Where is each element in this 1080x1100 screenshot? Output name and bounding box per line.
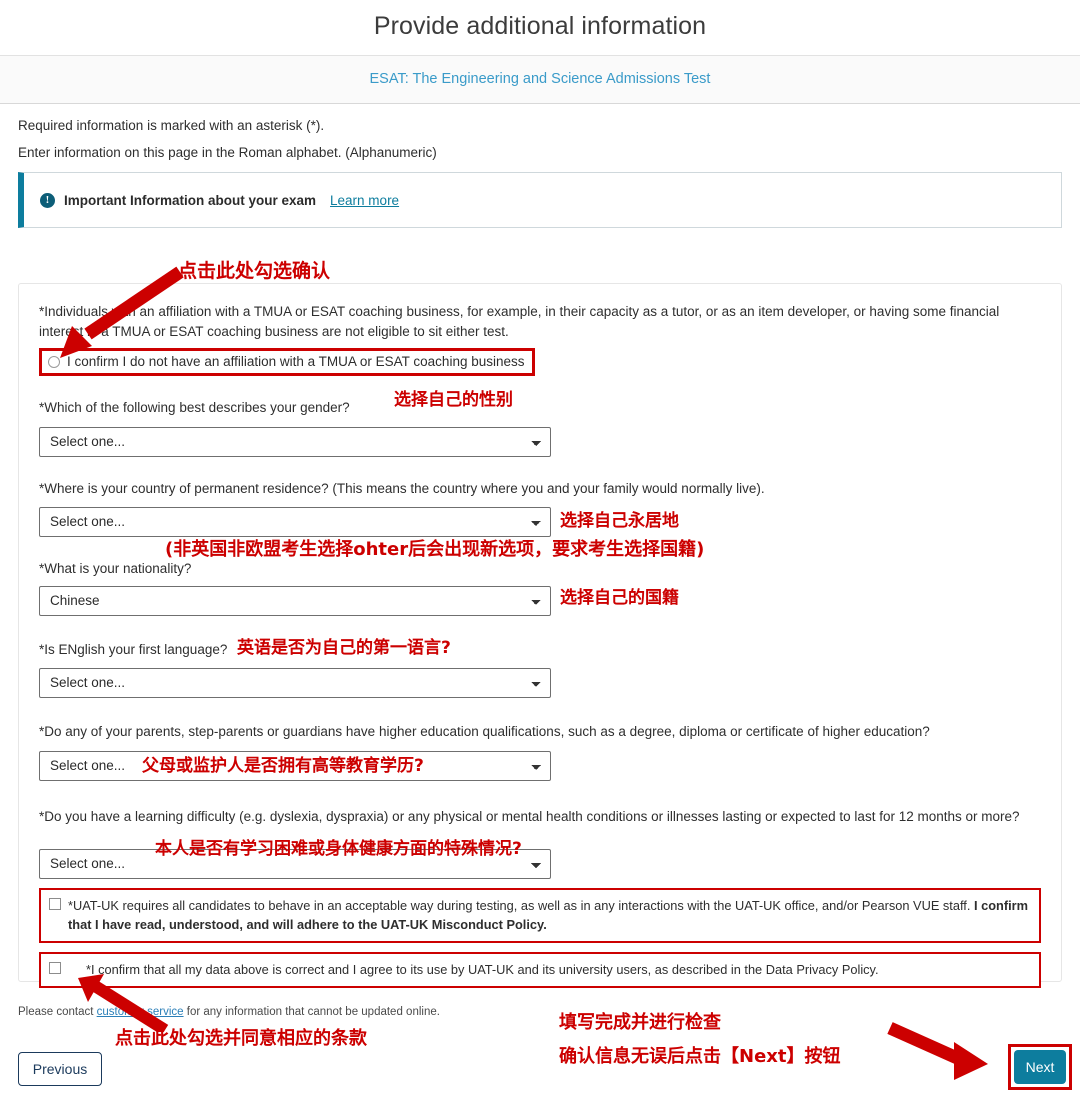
- page-title: Provide additional information: [373, 12, 707, 40]
- residence-select[interactable]: Select one...: [39, 507, 551, 538]
- misconduct-policy-plain: *UAT-UK requires all candidates to behav…: [68, 897, 974, 913]
- learning-difficulty-select[interactable]: Select one...: [39, 848, 551, 879]
- important-information-banner: ! Important Information about your exam …: [18, 172, 1062, 228]
- nationality-select[interactable]: Chinese: [39, 585, 551, 616]
- first-language-block: *Is ENglish your first language? Select …: [39, 640, 1041, 699]
- parents-education-label: *Do any of your parents, step-parents or…: [39, 724, 930, 740]
- parents-education-select[interactable]: Select one...: [39, 750, 551, 781]
- learning-difficulty-block: *Do you have a learning difficulty (e.g.…: [39, 807, 1041, 879]
- exam-name: ESAT: The Engineering and Science Admiss…: [369, 71, 711, 87]
- previous-button[interactable]: Previous: [18, 1052, 102, 1086]
- customer-service-note: Please contact customer service for any …: [18, 1006, 440, 1018]
- customer-service-link[interactable]: customer service: [97, 1006, 184, 1018]
- arrow-to-next-button: [887, 1022, 988, 1080]
- data-privacy-text: *I confirm that all my data above is cor…: [86, 962, 879, 978]
- learn-more-link[interactable]: Learn more: [330, 193, 399, 208]
- info-exclamation-icon: !: [40, 192, 55, 208]
- affiliation-statement: *Individuals with an affiliation with a …: [39, 304, 1000, 339]
- form-panel: *Individuals with an affiliation with a …: [18, 283, 1062, 988]
- annotation-confirm-affiliation: 点击此处勾选确认: [178, 260, 331, 282]
- gender-block: *Which of the following best describes y…: [39, 398, 1041, 457]
- next-button-highlight: Next: [1008, 1044, 1072, 1090]
- nationality-label: *What is your nationality?: [39, 561, 192, 577]
- annotation-final-check-line2: 确认信息无误后点击【Next】按钮: [559, 1046, 841, 1067]
- affiliation-block: *Individuals with an affiliation with a …: [39, 302, 1041, 377]
- affiliation-confirm-label: I confirm I do not have an affiliation w…: [67, 354, 525, 370]
- annotation-final-check-line1: 填写完成并进行检查: [559, 1012, 721, 1033]
- first-language-label: *Is ENglish your first language?: [39, 641, 228, 657]
- gender-label: *Which of the following best describes y…: [39, 400, 350, 416]
- customer-service-note-before: Please contact: [18, 1006, 97, 1018]
- important-information-text: Important Information about your exam: [64, 192, 317, 208]
- misconduct-policy-checkbox[interactable]: [49, 897, 61, 910]
- intro-text-block: Required information is marked with an a…: [0, 104, 1080, 160]
- roman-alphabet-note: Enter information on this page in the Ro…: [18, 145, 437, 160]
- gender-select[interactable]: Select one...: [39, 426, 551, 457]
- residence-label: *Where is your country of permanent resi…: [39, 480, 765, 496]
- exam-name-bar: ESAT: The Engineering and Science Admiss…: [0, 55, 1080, 104]
- data-privacy-consent-row[interactable]: *I confirm that all my data above is cor…: [39, 952, 1041, 988]
- data-privacy-checkbox[interactable]: [49, 962, 61, 975]
- parents-education-block: *Do any of your parents, step-parents or…: [39, 722, 1041, 781]
- first-language-select[interactable]: Select one...: [39, 668, 551, 699]
- misconduct-policy-consent-row[interactable]: *UAT-UK requires all candidates to behav…: [39, 887, 1041, 944]
- learning-difficulty-label: *Do you have a learning difficulty (e.g.…: [39, 808, 1020, 824]
- annotation-consent-click: 点击此处勾选并同意相应的条款: [115, 1028, 367, 1049]
- customer-service-note-after: for any information that cannot be updat…: [183, 1006, 440, 1018]
- provide-additional-information-page: Provide additional information ESAT: The…: [0, 0, 1080, 1100]
- residence-block: *Where is your country of permanent resi…: [39, 479, 1041, 538]
- misconduct-policy-text: *UAT-UK requires all candidates to behav…: [68, 896, 1033, 936]
- affiliation-confirm-radio[interactable]: [48, 355, 60, 368]
- nationality-block: *What is your nationality? Chinese: [39, 559, 1041, 616]
- next-button[interactable]: Next: [1014, 1050, 1066, 1084]
- affiliation-confirm-radio-row[interactable]: I confirm I do not have an affiliation w…: [39, 348, 535, 377]
- required-info-note: Required information is marked with an a…: [18, 118, 325, 133]
